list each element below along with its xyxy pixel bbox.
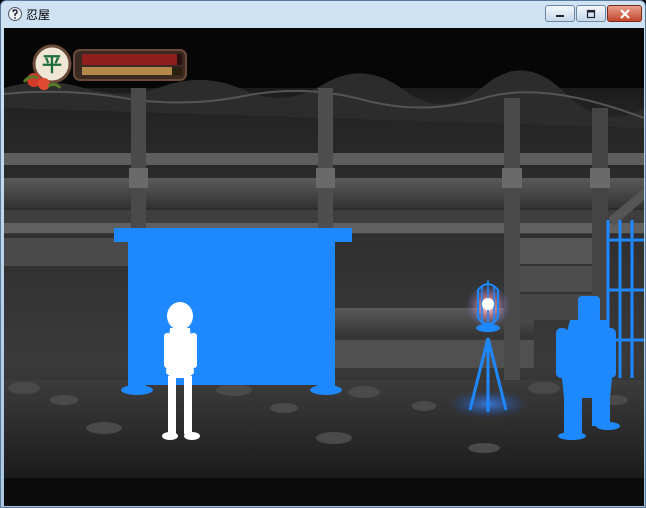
minimize-button[interactable]	[545, 5, 575, 22]
minimize-icon	[556, 14, 564, 17]
maximize-button[interactable]	[576, 5, 606, 22]
game-window: 忍屋 平	[0, 0, 646, 508]
ground-shadow	[4, 478, 644, 506]
maximize-icon	[586, 9, 596, 18]
game-viewport[interactable]: 平	[4, 28, 644, 506]
doorway-curtain[interactable]	[114, 228, 352, 395]
window-title: 忍屋	[26, 8, 51, 22]
game-scene: 平	[4, 28, 644, 506]
app-icon	[8, 7, 22, 21]
stamina-bar	[82, 67, 172, 75]
emblem-fruit-right	[38, 78, 50, 90]
close-icon	[619, 8, 630, 19]
emblem-char: 平	[42, 52, 62, 76]
health-bar	[82, 54, 177, 65]
close-button[interactable]	[607, 5, 642, 22]
title-bar[interactable]: 忍屋	[1, 1, 645, 27]
